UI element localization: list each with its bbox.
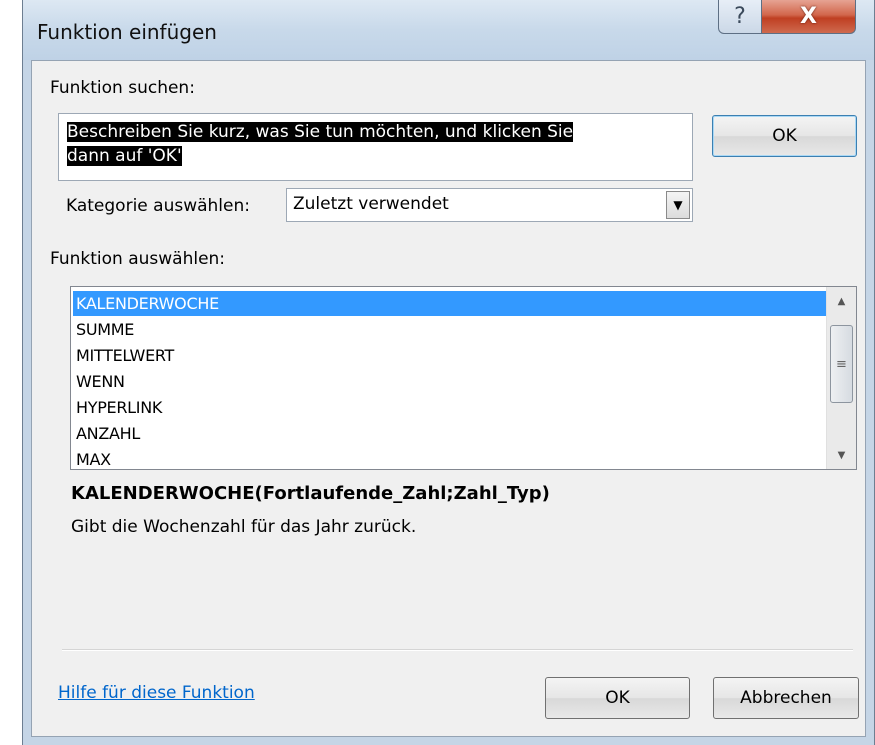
cancel-button[interactable]: Abbrechen — [713, 677, 859, 719]
search-label-text: Funktion suchen: — [50, 78, 195, 98]
grip-icon: ≡ — [836, 356, 847, 372]
ok-label: OK — [605, 688, 630, 708]
help-link[interactable]: Hilfe für diese Funktion — [58, 683, 255, 703]
function-signature: KALENDERWOCHE(Fortlaufende_Zahl;Zahl_Typ… — [71, 483, 550, 504]
category-selected-value: Zuletzt verwendet — [293, 194, 449, 214]
ok-button[interactable]: OK — [545, 677, 690, 719]
function-list[interactable]: KALENDERWOCHE SUMME MITTELWERT WENN HYPE… — [70, 286, 857, 470]
dialog-title: Funktion einfügen — [37, 20, 217, 44]
category-label: Kategorie auswählen: — [66, 196, 250, 216]
chevron-down-icon[interactable]: ▼ — [666, 191, 690, 219]
list-item[interactable]: MITTELWERT — [73, 343, 828, 368]
title-bar[interactable]: Funktion einfügen ? X — [23, 0, 874, 60]
scroll-down-icon[interactable]: ▼ — [827, 443, 856, 467]
search-ok-label: OK — [772, 126, 797, 146]
list-item[interactable]: MAX — [73, 447, 828, 469]
scroll-thumb[interactable]: ≡ — [830, 325, 853, 403]
search-label: Funktion suchen: — [50, 78, 195, 98]
list-item[interactable]: WENN — [73, 369, 828, 394]
cancel-label: Abbrechen — [740, 688, 832, 708]
function-list-label: Funktion auswählen: — [50, 249, 226, 269]
list-scrollbar[interactable]: ▲ ≡ ▼ — [826, 287, 856, 469]
question-mark-icon: ? — [734, 4, 746, 29]
list-item[interactable]: ANZAHL — [73, 421, 828, 446]
search-text-line-2: dann auf 'OK' — [67, 146, 182, 166]
list-item[interactable]: HYPERLINK — [73, 395, 828, 420]
list-item[interactable]: KALENDERWOCHE — [73, 291, 828, 316]
close-icon: X — [800, 4, 817, 29]
search-input[interactable]: Beschreiben Sie kurz, was Sie tun möchte… — [58, 113, 693, 181]
divider — [62, 649, 853, 651]
category-select[interactable]: Zuletzt verwendet ▼ — [286, 188, 693, 222]
close-button[interactable]: X — [761, 0, 856, 34]
help-button[interactable]: ? — [718, 0, 762, 34]
insert-function-dialog: Funktion einfügen ? X Funktion suchen: B… — [22, 0, 875, 745]
dialog-body: Funktion suchen: Beschreiben Sie kurz, w… — [31, 60, 866, 737]
function-description: Gibt die Wochenzahl für das Jahr zurück. — [71, 517, 417, 537]
list-item[interactable]: SUMME — [73, 317, 828, 342]
search-text-line-1: Beschreiben Sie kurz, was Sie tun möchte… — [67, 122, 574, 142]
search-ok-button[interactable]: OK — [712, 115, 857, 157]
scroll-up-icon[interactable]: ▲ — [827, 289, 856, 313]
